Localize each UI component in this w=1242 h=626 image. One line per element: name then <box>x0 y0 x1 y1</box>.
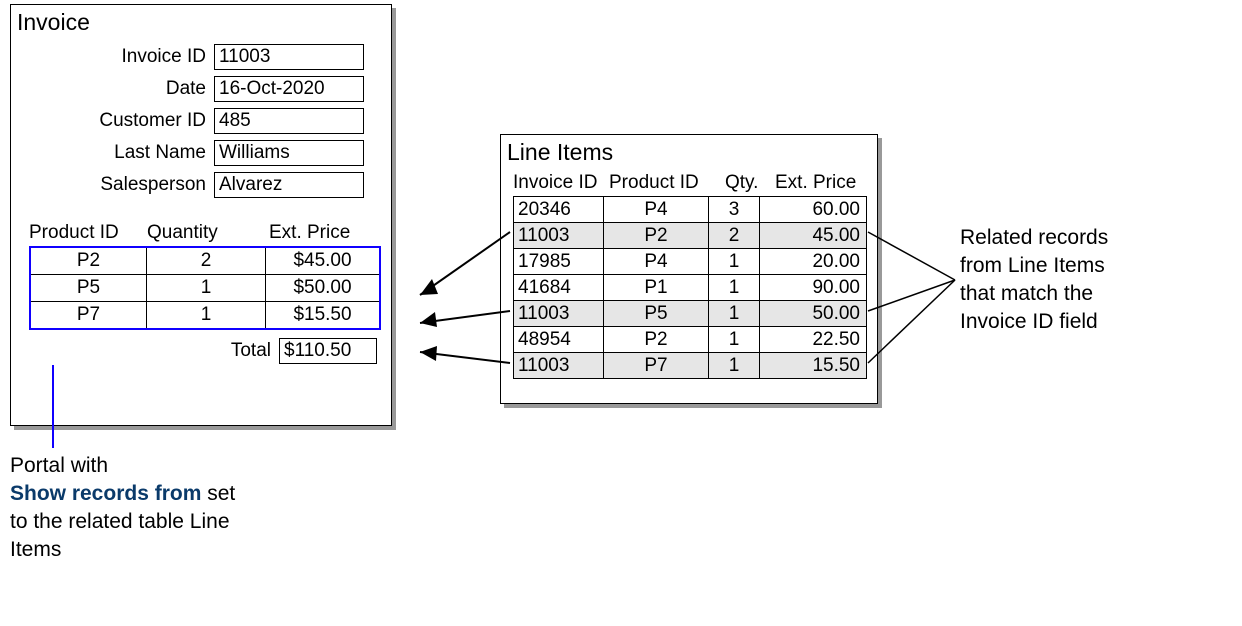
portal-cell-quantity: 1 <box>147 275 266 301</box>
li-cell-qty: 1 <box>709 353 760 378</box>
li-cell-ext-price: 15.50 <box>760 353 866 378</box>
li-cell-invoice-id: 20346 <box>514 197 604 222</box>
li-cell-ext-price: 45.00 <box>760 223 866 248</box>
annot-left-line2: Show records from set <box>10 480 310 508</box>
li-cell-invoice-id: 11003 <box>514 353 604 378</box>
field-salesperson[interactable]: Alvarez <box>214 172 364 198</box>
annot-right-line4: Invoice ID field <box>960 308 1200 336</box>
li-header-product-id: Product ID <box>609 172 725 194</box>
annot-left-after-bold: set <box>201 482 235 505</box>
row-invoice-id: Invoice ID 11003 <box>11 44 377 70</box>
li-cell-qty: 3 <box>709 197 760 222</box>
portal-header-extprice: Ext. Price <box>269 222 379 244</box>
portal-header-quantity: Quantity <box>147 222 269 244</box>
portal-headers: Product ID Quantity Ext. Price <box>11 204 391 246</box>
invoice-title: Invoice <box>11 5 391 38</box>
total-row: Total $110.50 <box>11 330 391 364</box>
portal-cell-extprice: $15.50 <box>266 302 379 328</box>
li-cell-invoice-id: 48954 <box>514 327 604 352</box>
label-invoice-id: Invoice ID <box>11 46 214 68</box>
li-cell-invoice-id: 11003 <box>514 301 604 326</box>
li-row[interactable]: 11003 P7 1 15.50 <box>514 353 866 378</box>
label-salesperson: Salesperson <box>11 174 214 196</box>
invoice-form: Invoice ID 11003 Date 16-Oct-2020 Custom… <box>11 38 391 198</box>
invoice-card: Invoice Invoice ID 11003 Date 16-Oct-202… <box>10 4 392 426</box>
li-cell-product-id: P1 <box>604 275 709 300</box>
portal-header-product: Product ID <box>29 222 147 244</box>
row-customer-id: Customer ID 485 <box>11 108 377 134</box>
line-items-title: Line Items <box>501 135 877 168</box>
annot-left-line1: Portal with <box>10 452 310 480</box>
portal-box: P2 2 $45.00 P5 1 $50.00 P7 1 $15.50 <box>29 246 381 330</box>
li-header-qty: Qty. <box>725 172 775 194</box>
field-customer-id[interactable]: 485 <box>214 108 364 134</box>
li-row[interactable]: 48954 P2 1 22.50 <box>514 327 866 353</box>
li-cell-product-id: P7 <box>604 353 709 378</box>
portal-row[interactable]: P5 1 $50.00 <box>31 275 379 302</box>
li-cell-product-id: P2 <box>604 223 709 248</box>
li-cell-product-id: P4 <box>604 249 709 274</box>
annot-left-line4: Items <box>10 536 310 564</box>
li-header-ext-price: Ext. Price <box>775 172 867 194</box>
li-header-invoice-id: Invoice ID <box>513 172 609 194</box>
label-date: Date <box>11 78 214 100</box>
li-cell-ext-price: 50.00 <box>760 301 866 326</box>
total-value[interactable]: $110.50 <box>279 338 377 364</box>
portal-cell-product: P2 <box>31 248 147 274</box>
li-cell-ext-price: 60.00 <box>760 197 866 222</box>
annotation-related: Related records from Line Items that mat… <box>960 224 1200 336</box>
portal-cell-quantity: 1 <box>147 302 266 328</box>
annot-right-line1: Related records <box>960 224 1200 252</box>
li-cell-product-id: P4 <box>604 197 709 222</box>
annot-left-bold: Show records from <box>10 482 201 505</box>
total-label: Total <box>231 340 271 362</box>
li-cell-qty: 1 <box>709 275 760 300</box>
li-cell-ext-price: 90.00 <box>760 275 866 300</box>
annot-right-line2: from Line Items <box>960 252 1200 280</box>
li-cell-qty: 1 <box>709 301 760 326</box>
li-cell-invoice-id: 11003 <box>514 223 604 248</box>
li-cell-product-id: P5 <box>604 301 709 326</box>
line-items-headers: Invoice ID Product ID Qty. Ext. Price <box>501 168 877 196</box>
li-cell-qty: 2 <box>709 223 760 248</box>
li-cell-qty: 1 <box>709 249 760 274</box>
annot-right-line3: that match the <box>960 280 1200 308</box>
portal-cell-product: P5 <box>31 275 147 301</box>
portal-row[interactable]: P2 2 $45.00 <box>31 248 379 275</box>
li-cell-qty: 1 <box>709 327 760 352</box>
portal-cell-product: P7 <box>31 302 147 328</box>
li-cell-invoice-id: 41684 <box>514 275 604 300</box>
li-row[interactable]: 20346 P4 3 60.00 <box>514 197 866 223</box>
li-row[interactable]: 17985 P4 1 20.00 <box>514 249 866 275</box>
field-invoice-id[interactable]: 11003 <box>214 44 364 70</box>
line-items-card: Line Items Invoice ID Product ID Qty. Ex… <box>500 134 878 404</box>
label-last-name: Last Name <box>11 142 214 164</box>
field-date[interactable]: 16-Oct-2020 <box>214 76 364 102</box>
row-last-name: Last Name Williams <box>11 140 377 166</box>
portal-row[interactable]: P7 1 $15.50 <box>31 302 379 328</box>
li-row[interactable]: 41684 P1 1 90.00 <box>514 275 866 301</box>
li-row[interactable]: 11003 P2 2 45.00 <box>514 223 866 249</box>
portal-cell-extprice: $50.00 <box>266 275 379 301</box>
li-cell-ext-price: 22.50 <box>760 327 866 352</box>
li-row[interactable]: 11003 P5 1 50.00 <box>514 301 866 327</box>
li-cell-product-id: P2 <box>604 327 709 352</box>
field-last-name[interactable]: Williams <box>214 140 364 166</box>
row-salesperson: Salesperson Alvarez <box>11 172 377 198</box>
annot-left-line3: to the related table Line <box>10 508 310 536</box>
annotation-portal: Portal with Show records from set to the… <box>10 452 310 564</box>
li-cell-ext-price: 20.00 <box>760 249 866 274</box>
li-cell-invoice-id: 17985 <box>514 249 604 274</box>
portal-cell-extprice: $45.00 <box>266 248 379 274</box>
line-items-table: 20346 P4 3 60.00 11003 P2 2 45.00 17985 … <box>513 196 867 379</box>
portal-cell-quantity: 2 <box>147 248 266 274</box>
label-customer-id: Customer ID <box>11 110 214 132</box>
row-date: Date 16-Oct-2020 <box>11 76 377 102</box>
